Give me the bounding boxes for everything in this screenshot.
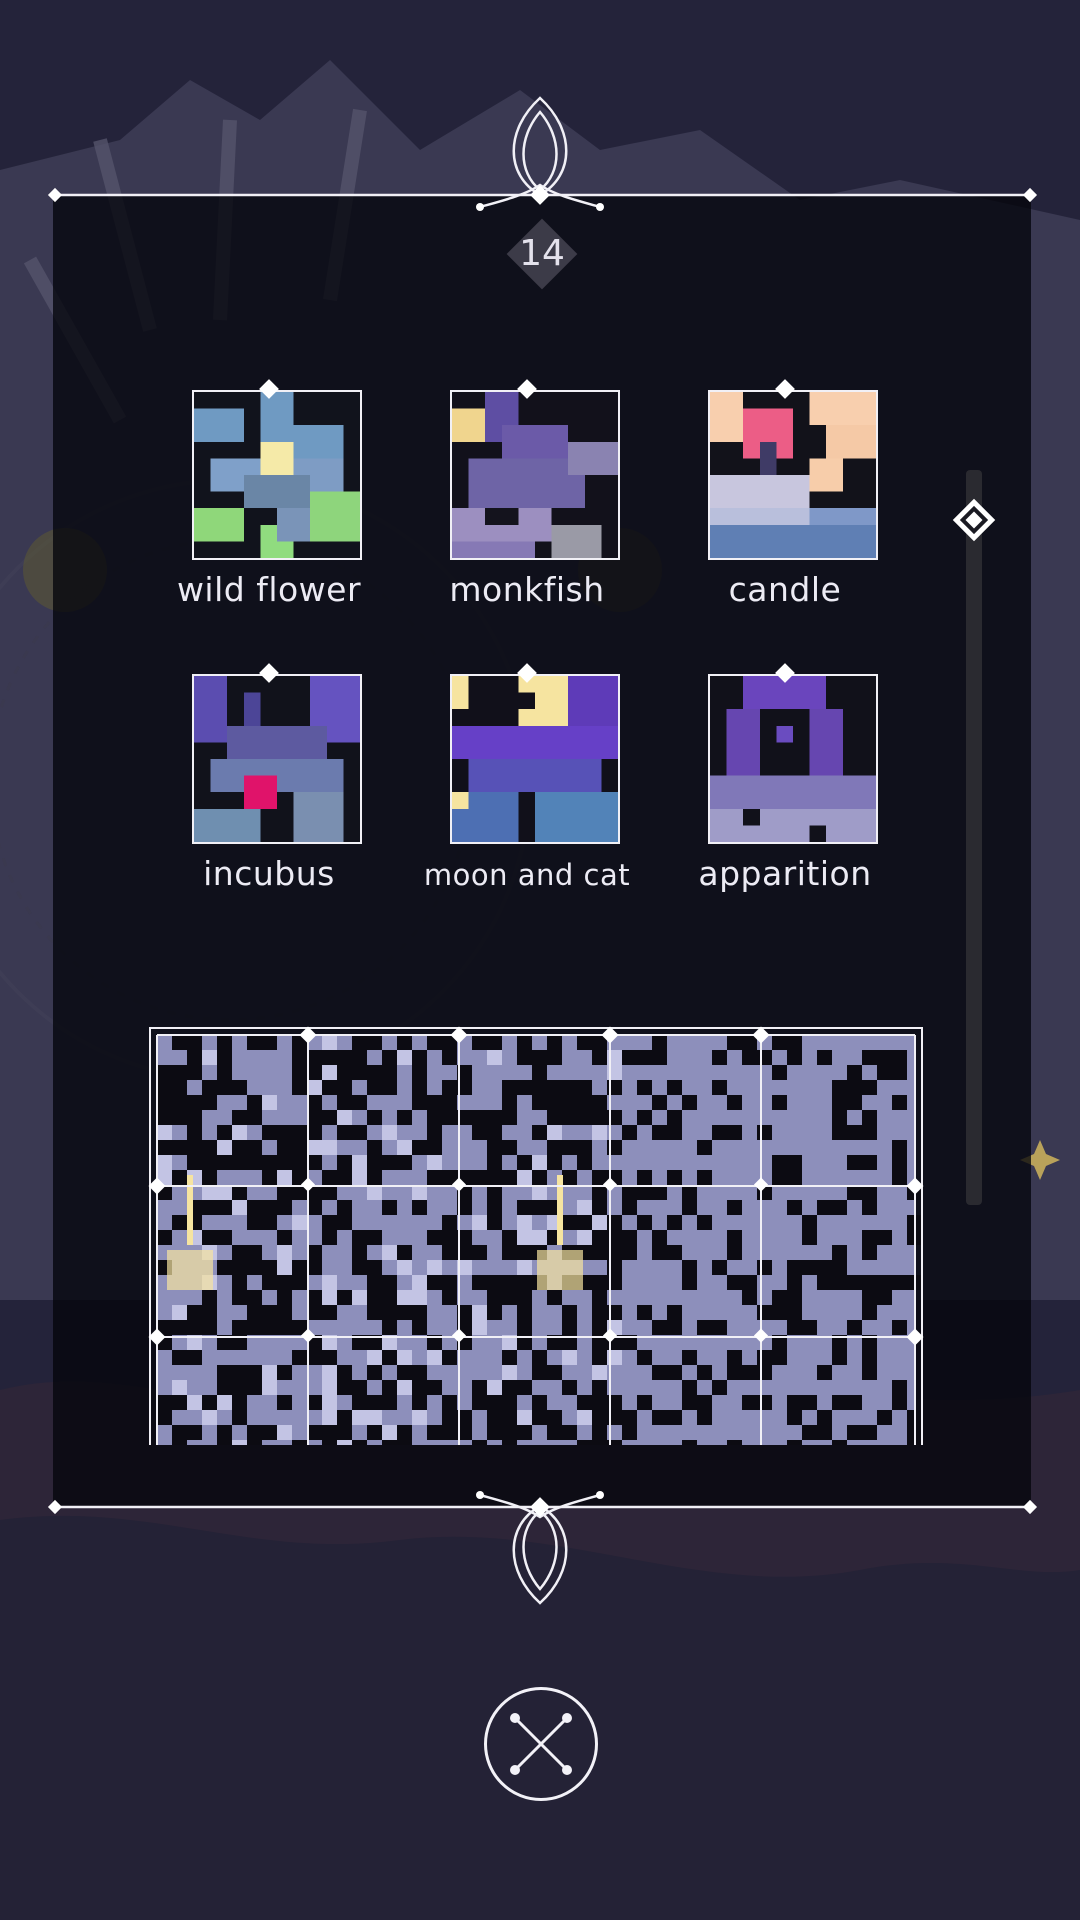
incubus-pixel-art [194,676,360,842]
wild-flower-pixel-art [194,392,360,558]
close-button[interactable] [484,1687,598,1801]
puzzle-card-wild-flower[interactable]: wild flower [154,370,384,630]
apparition-pixel-art [710,676,876,842]
puzzle-card-moon-and-cat[interactable]: moon and cat [412,654,642,914]
puzzle-label: monkfish [449,570,605,609]
diamond-scroll-thumb-icon[interactable] [949,495,999,545]
scrollbar-track[interactable] [966,470,982,1205]
puzzle-thumbnail [192,390,362,560]
close-x-icon [510,1713,572,1775]
puzzle-label: apparition [698,854,872,893]
puzzle-card-apparition[interactable]: apparition [670,654,900,914]
puzzle-label: candle [728,570,842,609]
puzzle-label: wild flower [176,570,362,609]
puzzle-label: incubus [203,854,335,893]
candle-pixel-art [710,392,876,558]
puzzle-thumbnail [192,674,362,844]
puzzle-thumbnail [450,674,620,844]
preview-grid [148,1026,924,1445]
preview-board [147,1025,925,1445]
puzzle-card-candle[interactable]: candle [670,370,900,630]
level-number: 14 [519,233,565,274]
monkfish-pixel-art [452,392,618,558]
puzzle-card-incubus[interactable]: incubus [154,654,384,914]
level-badge: 14 [506,218,578,290]
puzzle-thumbnail [708,390,878,560]
puzzle-thumbnail [450,390,620,560]
puzzle-thumbnail [708,674,878,844]
moon-and-cat-pixel-art [452,676,618,842]
puzzle-label: moon and cat [423,858,631,892]
puzzle-card-monkfish[interactable]: monkfish [412,370,642,630]
